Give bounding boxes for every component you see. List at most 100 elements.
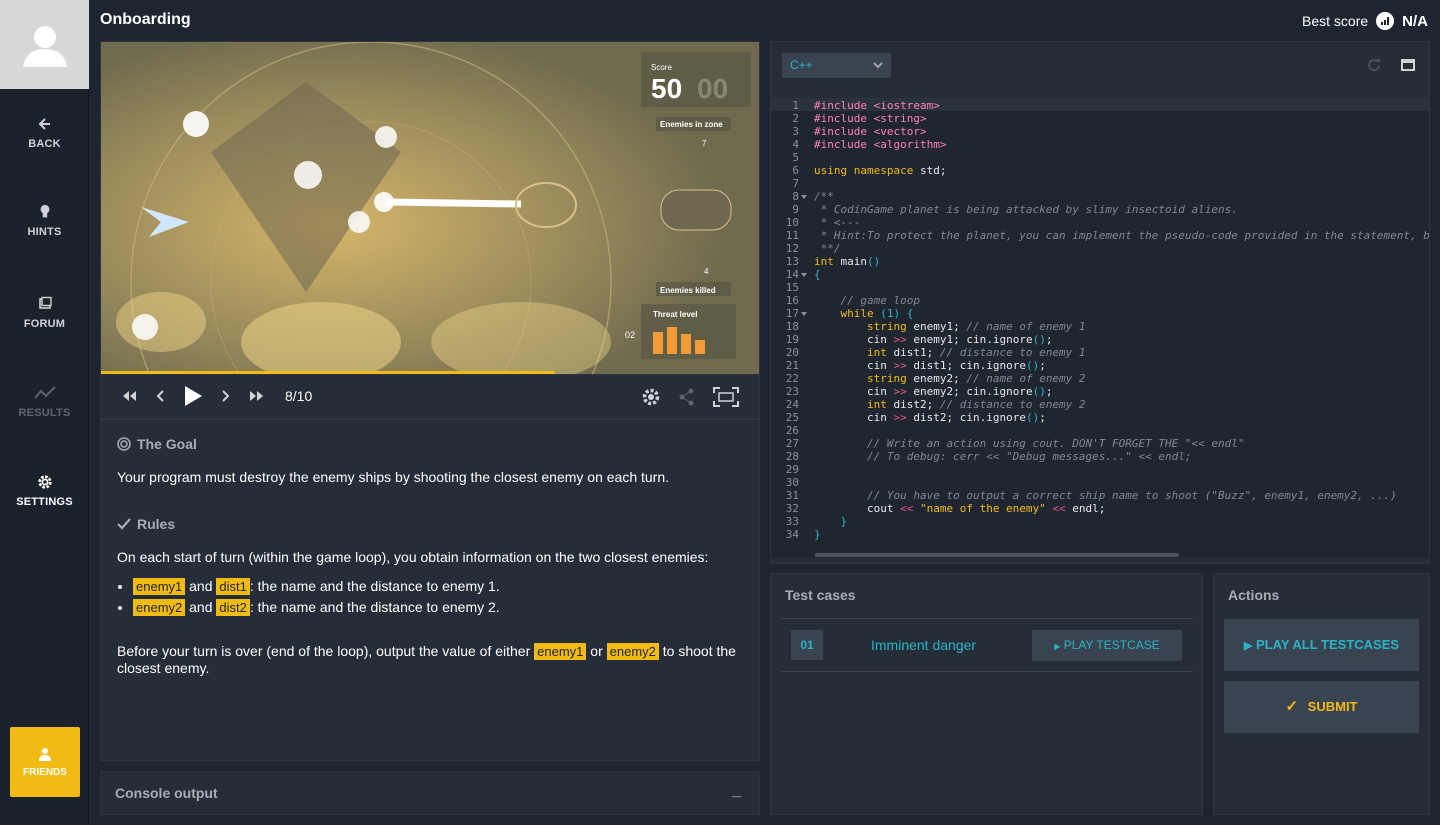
player-controls: 8/10 — [100, 375, 760, 419]
var-badge: enemy1 — [133, 578, 186, 595]
line-number: 12 — [785, 242, 799, 255]
code-line[interactable]: string enemy1; // name of enemy 1 — [814, 320, 1086, 333]
list-item: enemy2 and dist2: the name and the dista… — [133, 597, 743, 618]
best-score: Best score N/A — [1302, 12, 1428, 30]
play-icon[interactable] — [183, 385, 203, 407]
code-line[interactable]: * Hint:To protect the planet, you can im… — [814, 229, 1429, 242]
code-line[interactable]: string enemy2; // name of enemy 2 — [814, 372, 1086, 385]
friends-button[interactable]: FRIENDS — [10, 727, 80, 797]
code-line[interactable]: using namespace std; — [814, 164, 946, 177]
line-number: 25 — [785, 411, 799, 424]
item-text: : the name and the distance to enemy 1. — [249, 578, 500, 594]
console-title: Console output — [115, 785, 218, 801]
line-number: 13 — [785, 255, 799, 268]
code-line[interactable]: // Write an action using cout. DON'T FOR… — [814, 437, 1245, 450]
code-line[interactable]: cin >> enemy2; cin.ignore(); — [814, 385, 1052, 398]
language-select[interactable]: C++ — [782, 53, 891, 78]
reset-icon[interactable] — [1367, 58, 1381, 72]
step-forward-icon[interactable] — [221, 389, 231, 403]
line-number: 8 — [792, 190, 799, 203]
code-line[interactable]: cin >> dist1; cin.ignore(); — [814, 359, 1046, 372]
replay-progress-bar[interactable] — [101, 371, 556, 374]
enemy-ship — [348, 211, 370, 233]
line-number: 18 — [785, 320, 799, 333]
code-line[interactable]: * <--- — [814, 216, 861, 229]
enemies-in-zone-value: 7 — [702, 139, 707, 148]
submit-button[interactable]: ✓ SUBMIT — [1224, 681, 1419, 733]
code-line[interactable]: /** — [814, 190, 834, 203]
fullscreen-icon[interactable] — [713, 387, 739, 407]
enemy-ship — [294, 161, 322, 189]
game-viewer[interactable]: Score 50 00 Enemies in zone 7 4 Enemies … — [100, 41, 760, 375]
signal-icon — [1376, 12, 1395, 30]
code-line[interactable]: cin >> enemy1; cin.ignore(); — [814, 333, 1052, 346]
language-value: C++ — [790, 58, 813, 72]
score-value: 50 — [651, 73, 682, 104]
outro-text: Before your turn is over (end of the loo… — [117, 643, 743, 677]
sidebar-item-forum[interactable]: FORUM — [0, 296, 89, 330]
code-line[interactable]: #include <vector> — [814, 125, 927, 138]
line-number: 24 — [785, 398, 799, 411]
avatar[interactable] — [0, 0, 89, 89]
horizontal-scrollbar[interactable] — [815, 553, 1179, 557]
test-case-row[interactable]: 01 Imminent danger ▶ PLAY TESTCASE — [781, 626, 1193, 672]
code-line[interactable]: int main() — [814, 255, 880, 268]
code-line[interactable]: #include <iostream> — [814, 99, 940, 112]
line-number: 23 — [785, 385, 799, 398]
sidebar-item-results[interactable]: RESULTS — [0, 385, 89, 419]
goal-heading: The Goal — [117, 436, 743, 452]
line-number: 26 — [785, 424, 799, 437]
friends-label: FRIENDS — [23, 767, 67, 778]
code-line[interactable]: { — [814, 268, 821, 281]
code-line[interactable]: // You have to output a correct ship nam… — [814, 489, 1397, 502]
line-number: 33 — [785, 515, 799, 528]
play-testcase-button[interactable]: ▶ PLAY TESTCASE — [1032, 630, 1182, 661]
play-icon: ▶ — [1054, 642, 1061, 651]
var-badge: dist2 — [216, 599, 250, 616]
fast-forward-icon[interactable] — [249, 389, 265, 403]
code-line[interactable]: int dist2; // distance to enemy 2 — [814, 398, 1086, 411]
rewind-icon[interactable] — [121, 389, 137, 403]
maximize-icon[interactable] — [1401, 59, 1415, 71]
code-line[interactable]: } — [814, 528, 821, 541]
code-line[interactable]: cout << "name of the enemy" << endl; — [814, 502, 1105, 515]
line-number: 4 — [792, 138, 799, 151]
sidebar-item-settings[interactable]: SETTINGS — [0, 474, 89, 508]
rules-list: enemy1 and dist1: the name and the dista… — [133, 576, 743, 618]
fold-arrow-icon[interactable] — [801, 195, 807, 199]
play-icon: ▶ — [1243, 640, 1253, 652]
sidebar-item-hints[interactable]: HINTS — [0, 204, 89, 238]
code-line[interactable]: **/ — [814, 242, 841, 255]
line-number: 28 — [785, 450, 799, 463]
code-line[interactable]: #include <algorithm> — [814, 138, 946, 151]
code-line[interactable]: * CodinGame planet is being attacked by … — [814, 203, 1238, 216]
play-all-testcases-button[interactable]: ▶ PLAY ALL TESTCASES — [1224, 619, 1419, 671]
sidebar-item-back[interactable]: BACK — [0, 116, 89, 150]
code-line[interactable]: int dist1; // distance to enemy 1 — [814, 346, 1086, 359]
line-number: 6 — [792, 164, 799, 177]
code-line[interactable]: cin >> dist2; cin.ignore(); — [814, 411, 1046, 424]
test-case-number: 01 — [791, 630, 823, 660]
fold-arrow-icon[interactable] — [801, 273, 807, 277]
line-number: 5 — [792, 151, 799, 164]
code-area[interactable]: 1 #include <iostream> 2 #include <string> 3 #… — [771, 98, 1429, 558]
minimize-button[interactable]: _ — [732, 782, 741, 800]
line-number: 11 — [785, 229, 799, 242]
check-icon — [117, 518, 131, 530]
code-line[interactable]: } — [814, 515, 848, 528]
code-line[interactable]: // game loop — [814, 294, 920, 307]
line-number: 20 — [785, 346, 799, 359]
share-icon[interactable] — [679, 388, 695, 406]
line-number: 14 — [785, 268, 799, 281]
outro-part: or — [590, 643, 603, 659]
sidebar-item-label: FORUM — [23, 318, 66, 330]
step-back-icon[interactable] — [155, 389, 165, 403]
enemy-ship — [375, 126, 397, 148]
code-line[interactable]: // To debug: cerr << "Debug messages..."… — [814, 450, 1192, 463]
console-output-panel[interactable]: Console output _ — [100, 771, 760, 815]
code-line[interactable]: while (1) { — [814, 307, 914, 320]
gear-icon[interactable] — [641, 387, 661, 407]
var-badge: enemy2 — [133, 599, 186, 616]
code-line[interactable]: #include <string> — [814, 112, 927, 125]
fold-arrow-icon[interactable] — [801, 312, 807, 316]
